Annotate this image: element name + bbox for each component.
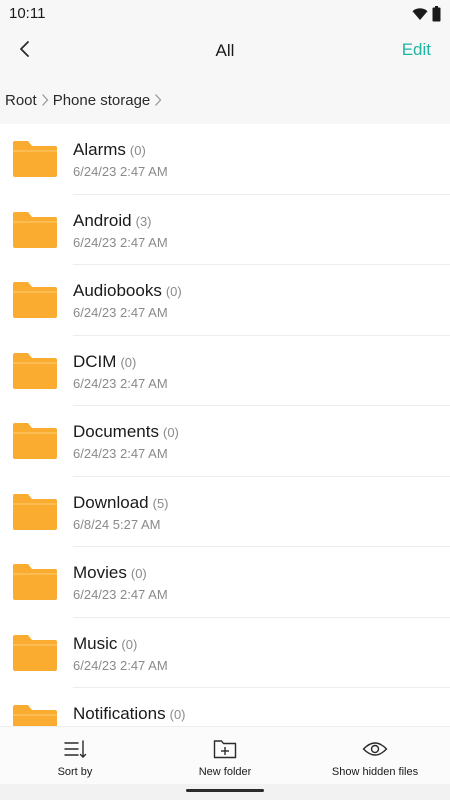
folder-name: Android [73,210,132,230]
gesture-nav-handle[interactable] [186,789,264,792]
modified-date: 6/24/23 2:47 AM [73,305,168,320]
status-icons [412,6,441,27]
sort-icon [63,738,87,760]
show-hidden-files-label: Show hidden files [331,766,419,778]
folder-name: Movies [73,563,127,582]
folder-name: Notifications [73,704,166,723]
folder-name: Documents [73,422,159,441]
folder-name: Music [73,633,118,653]
folder-icon [13,493,57,535]
list-item[interactable]: Android (3) 6/24/23 2:47 AM [0,195,450,265]
item-count: (3) [135,213,152,229]
file-list[interactable]: Alarms (0) 6/24/23 2:47 AM Android (3) 6/2… [0,124,450,726]
item-count: (0) [130,566,147,581]
show-hidden-files-button[interactable]: Show hidden files [320,727,430,785]
status-bar: 10:11 [0,0,450,28]
modified-date: 6/24/23 2:47 AM [73,446,168,461]
list-item[interactable]: Music (0) 6/24/23 2:47 AM [0,618,450,688]
modified-date: 6/24/23 2:47 AM [73,657,168,673]
list-item[interactable]: Download (5) 6/8/24 5:27 AM [0,477,450,547]
app-bar: All Edit [0,28,450,74]
modified-date: 6/8/24 5:27 AM [73,516,161,532]
item-count: (5) [152,495,169,511]
breadcrumb: Root Phone storage [0,80,450,120]
folder-name: DCIM [73,351,117,371]
modified-date: 6/24/23 2:47 AM [73,375,168,391]
list-item[interactable]: Notifications (0) [0,688,450,726]
list-item[interactable]: Audiobooks (0) 6/24/23 2:47 AM [0,265,450,336]
folder-icon [13,634,57,676]
list-item[interactable]: DCIM (0) 6/24/23 2:47 AM [0,336,450,406]
system-nav-area [0,784,450,800]
wifi-icon [412,7,428,26]
chevron-right-icon [154,93,162,107]
modified-date: 6/24/23 2:47 AM [73,587,168,602]
bottom-action-bar: Sort by New folder Show hidden files [0,726,450,785]
item-count: (0) [169,707,186,722]
new-folder-label: New folder [198,766,252,778]
item-count: (0) [162,425,179,440]
folder-icon [13,423,57,464]
sort-by-label: Sort by [57,766,93,778]
page-title: All [215,41,235,60]
folder-icon [13,211,57,253]
item-count: (0) [120,354,137,370]
sort-by-button[interactable]: Sort by [25,727,125,785]
modified-date: 6/24/23 2:47 AM [73,164,168,179]
folder-icon [13,564,57,605]
breadcrumb-phone-storage[interactable]: Phone storage [53,92,151,109]
list-item[interactable]: Documents (0) 6/24/23 2:47 AM [0,406,450,477]
folder-icon [13,282,57,323]
breadcrumb-root[interactable]: Root [5,92,37,109]
new-folder-button[interactable]: New folder [175,727,275,785]
folder-icon [13,705,57,726]
folder-name: Audiobooks [73,281,162,300]
folder-name: Alarms [73,140,126,159]
item-count: (0) [165,284,182,299]
item-count: (0) [129,143,146,158]
status-time: 10:11 [9,5,46,22]
folder-icon [13,141,57,182]
edit-button[interactable]: Edit [402,40,431,60]
folder-name: Download [73,492,149,512]
folder-icon [13,352,57,394]
list-item[interactable]: Alarms (0) 6/24/23 2:47 AM [0,124,450,195]
modified-date: 6/24/23 2:47 AM [73,234,168,250]
new-folder-icon [213,738,237,760]
item-count: (0) [121,636,138,652]
battery-icon [432,6,441,27]
chevron-right-icon [41,93,49,107]
list-item[interactable]: Movies (0) 6/24/23 2:47 AM [0,547,450,618]
eye-icon [362,738,388,760]
